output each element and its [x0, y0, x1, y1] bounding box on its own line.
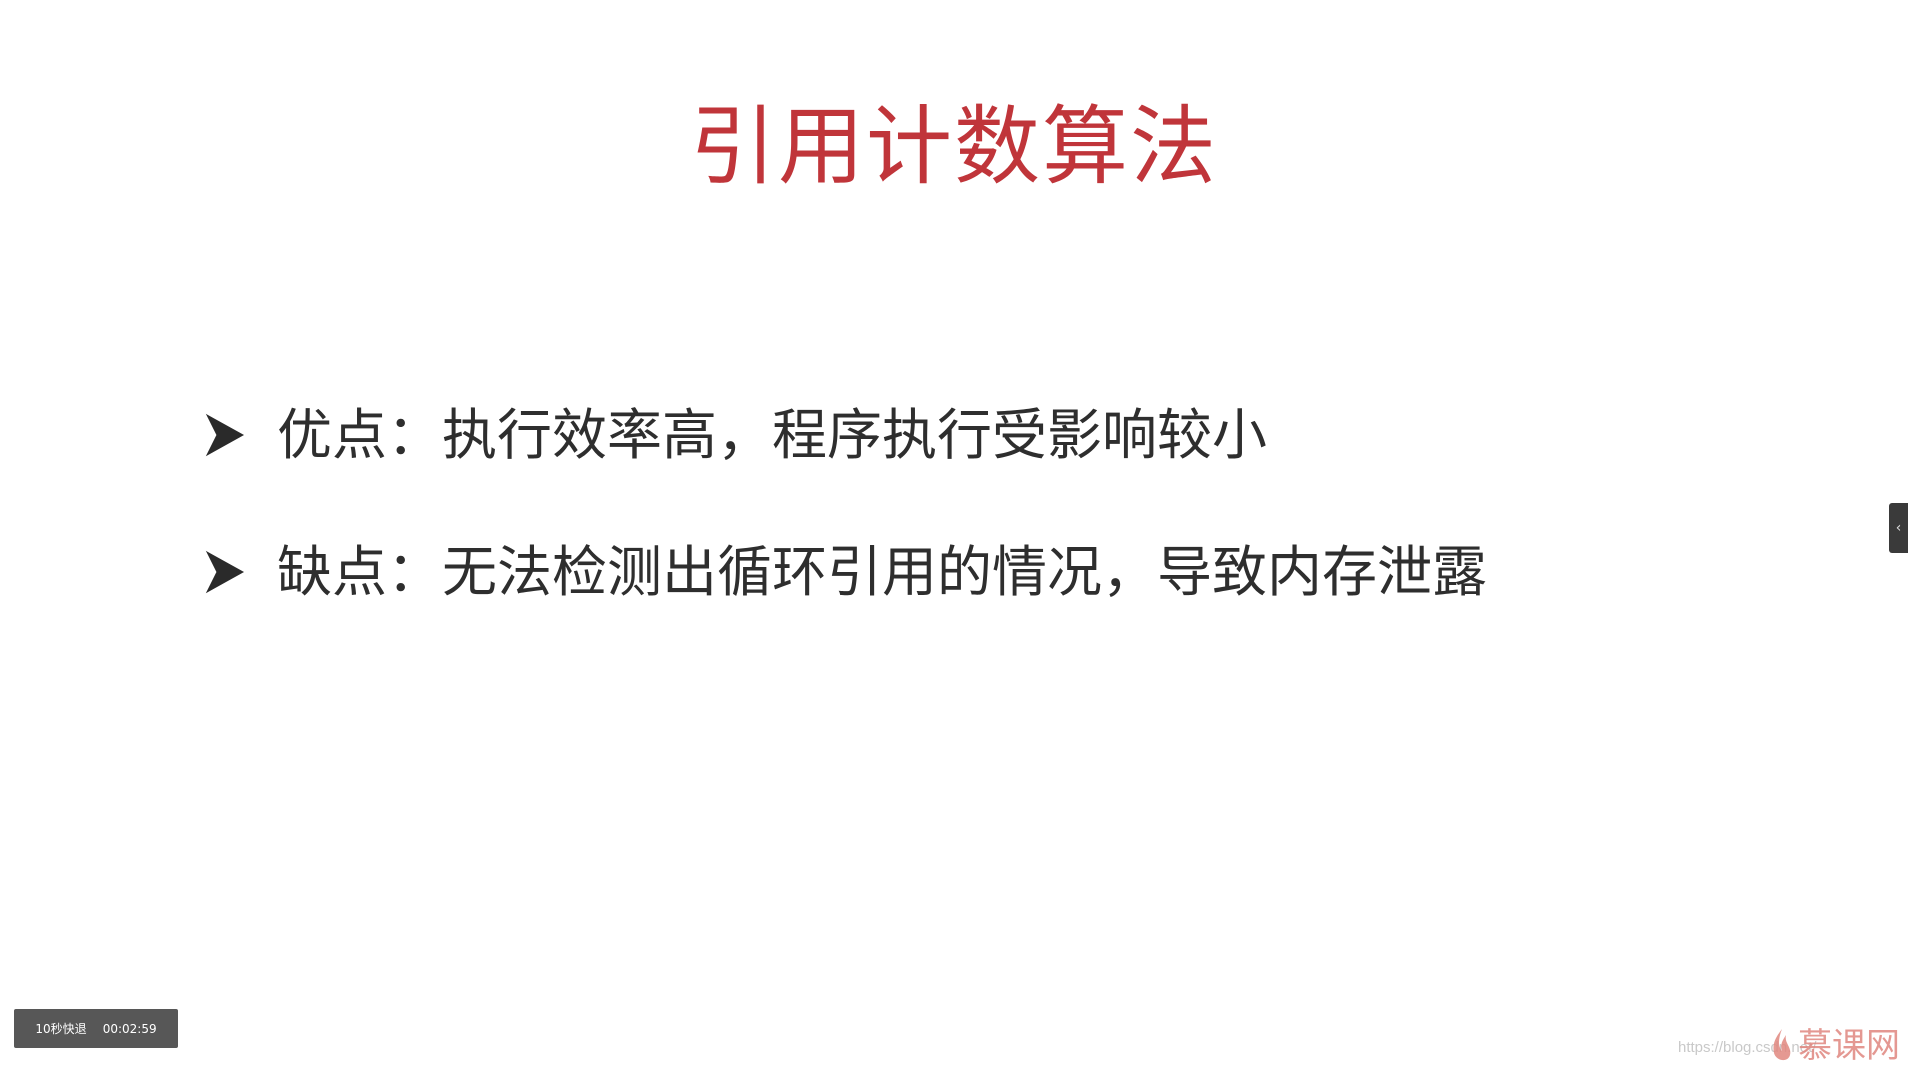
bullet-text: 优点：执行效率高，程序执行受影响较小 [277, 403, 1268, 467]
side-panel-toggle[interactable]: ‹ [1889, 503, 1908, 553]
rewind-button[interactable]: 10秒快退 00:02:59 [14, 1009, 178, 1048]
bullet-item-advantages: 优点：执行效率高，程序执行受影响较小 [205, 395, 1267, 475]
brand-logo: 慕课网 [1770, 1024, 1900, 1068]
playback-timestamp: 00:02:59 [102, 1021, 157, 1036]
lecture-slide: 引用计数算法 优点：执行效率高，程序执行受影响较小 缺点：无法检测出循环引用的情… [0, 0, 1908, 1068]
arrowhead-bullet-icon [205, 550, 245, 594]
bullet-item-disadvantages: 缺点：无法检测出循环引用的情况，导致内存泄露 [205, 532, 1487, 612]
flame-icon [1773, 1029, 1791, 1061]
arrowhead-bullet-icon [205, 413, 245, 457]
bullet-text: 缺点：无法检测出循环引用的情况，导致内存泄露 [277, 540, 1488, 604]
brand-name: 慕课网 [1798, 1026, 1900, 1066]
slide-title: 引用计数算法 [690, 97, 1218, 197]
chevron-left-icon: ‹ [1895, 520, 1902, 536]
rewind-label: 10秒快退 [35, 1022, 87, 1036]
